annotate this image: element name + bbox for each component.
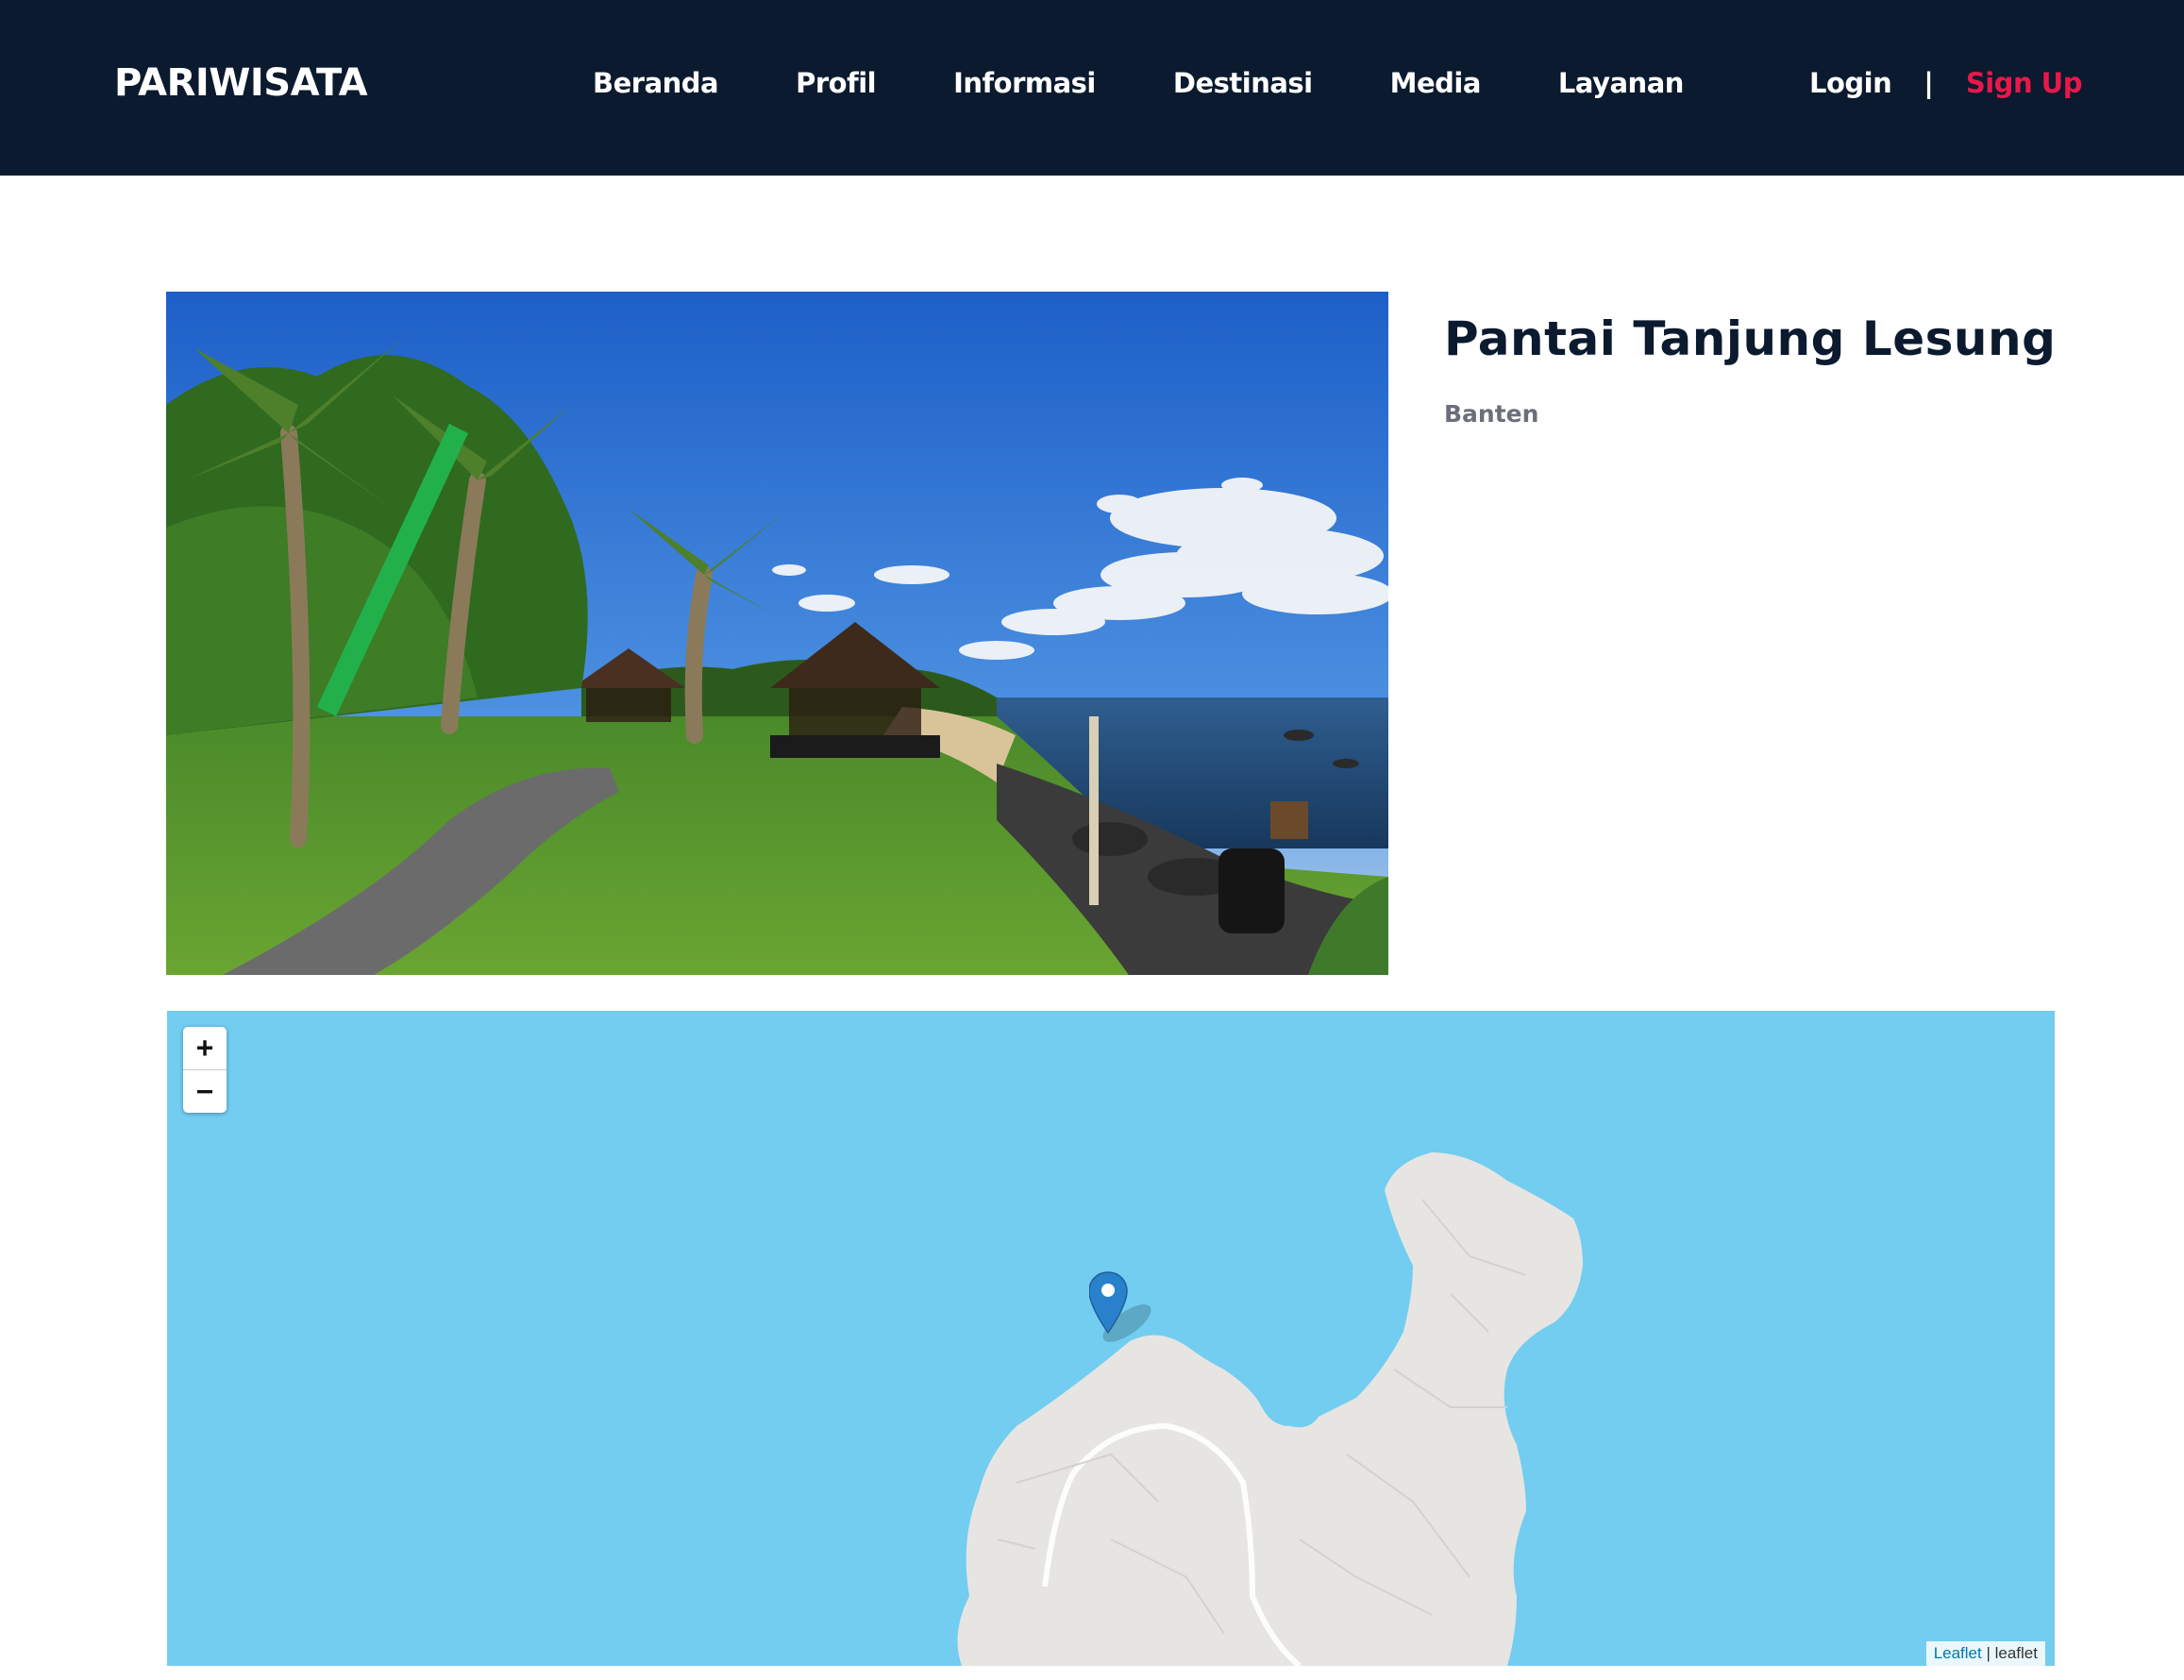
beach-photo-image (166, 292, 1388, 975)
attribution-leaflet-link[interactable]: Leaflet (1934, 1644, 1982, 1662)
attribution-separator: | (1986, 1644, 1991, 1662)
nav-link-destinasi[interactable]: Destinasi (1173, 67, 1313, 99)
destination-region: Banten (1444, 400, 1539, 428)
attribution-text: leaflet (1994, 1644, 2038, 1662)
brand-logo[interactable]: PARIWISATA (114, 0, 368, 166)
map-attribution: Leaflet | leaflet (1925, 1641, 2045, 1666)
map-marker-icon[interactable] (1089, 1270, 1174, 1348)
main-nav: Beranda Profil Informasi Destinasi Media… (593, 0, 1761, 166)
zoom-out-button[interactable]: − (183, 1069, 227, 1113)
nav-link-beranda[interactable]: Beranda (593, 67, 719, 99)
destination-title: Pantai Tanjung Lesung (1444, 311, 2057, 366)
auth-links: Login | Sign Up (1809, 0, 2082, 166)
nav-link-layanan[interactable]: Layanan (1558, 67, 1685, 99)
nav-link-media[interactable]: Media (1390, 67, 1482, 99)
destination-photo (166, 292, 1388, 975)
nav-link-profil[interactable]: Profil (796, 67, 876, 99)
zoom-control: + − (183, 1027, 227, 1113)
login-link[interactable]: Login (1809, 67, 1892, 99)
nav-link-informasi[interactable]: Informasi (953, 67, 1096, 99)
zoom-in-button[interactable]: + (183, 1027, 227, 1069)
signup-link[interactable]: Sign Up (1966, 67, 2083, 99)
location-map[interactable]: + − Leaflet | leaflet (167, 1011, 2055, 1666)
auth-separator: | (1924, 67, 1934, 99)
navbar: PARIWISATA Beranda Profil Informasi Dest… (0, 0, 2184, 176)
